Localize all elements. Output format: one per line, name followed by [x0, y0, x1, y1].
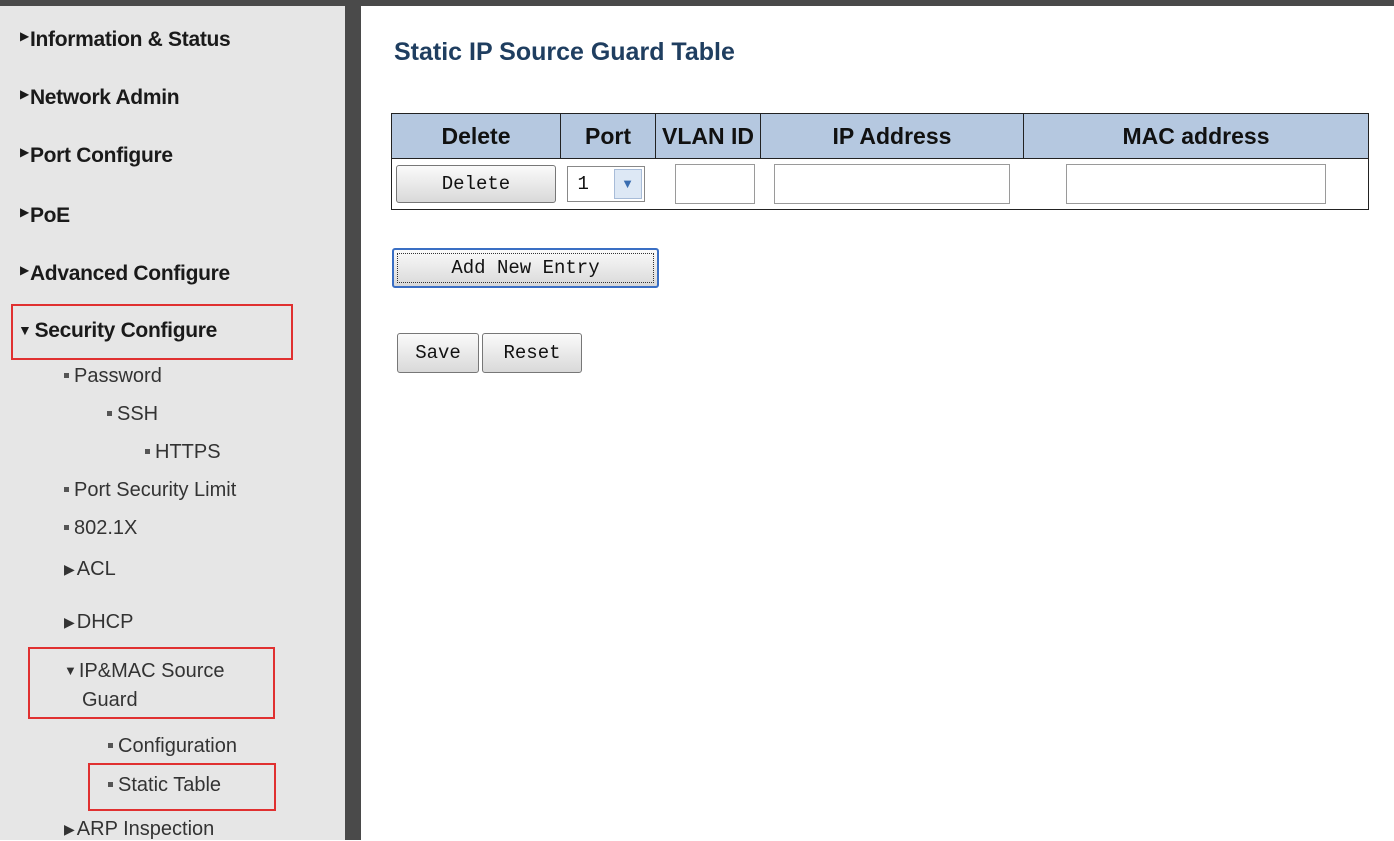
sidebar-item-port-configure[interactable]: ▶Port Configure: [20, 144, 173, 168]
sidebar-item-label: PoE: [30, 204, 70, 227]
sidebar-item-label: Configuration: [118, 735, 237, 757]
sidebar-item-password[interactable]: Password: [64, 365, 162, 388]
sidebar-item-information-status[interactable]: ▶Information & Status: [20, 28, 230, 52]
sidebar-item-label: Information & Status: [30, 28, 231, 51]
sidebar-item-label: 802.1X: [74, 517, 137, 539]
sidebar-item-ssh[interactable]: SSH: [107, 403, 158, 426]
sidebar-item-acl[interactable]: ▶ACL: [64, 558, 116, 581]
reset-button[interactable]: Reset: [482, 333, 582, 373]
caret-down-icon: ▼: [18, 322, 32, 338]
sidebar-item-ip-mac-source-guard[interactable]: ▼IP&MAC Source Guard: [64, 660, 224, 712]
sidebar-item-advanced-configure[interactable]: ▶Advanced Configure: [20, 262, 230, 286]
save-button[interactable]: Save: [397, 333, 479, 373]
sidebar-item-label: Static Table: [118, 774, 221, 796]
delete-cell: Delete: [392, 159, 561, 210]
sidebar-item-arp-inspection[interactable]: ▶ARP Inspection: [64, 818, 214, 841]
bullet-icon: [108, 782, 113, 787]
sidebar-item-label: Advanced Configure: [30, 262, 230, 285]
vlan-id-input[interactable]: [675, 164, 755, 204]
sidebar-item-port-security-limit[interactable]: Port Security Limit: [64, 479, 236, 502]
bullet-icon: [64, 525, 69, 530]
sidebar-item-dhcp[interactable]: ▶DHCP: [64, 611, 133, 634]
sidebar-item-label: Security Configure: [35, 319, 217, 342]
sidebar-item-poe[interactable]: ▶PoE: [20, 204, 70, 228]
sidebar-item-label: SSH: [117, 403, 158, 425]
caret-right-icon: ▶: [20, 263, 29, 277]
sidebar-item-label: HTTPS: [155, 441, 221, 463]
sidebar-item-802-1x[interactable]: 802.1X: [64, 517, 137, 540]
sidebar-item-label: DHCP: [77, 611, 134, 633]
sidebar-item-https[interactable]: HTTPS: [145, 441, 221, 464]
sidebar-item-security-configure[interactable]: ▼Security Configure: [18, 319, 217, 343]
table-row: Delete 1 ▼: [392, 159, 1369, 210]
caret-right-icon: ▶: [20, 29, 29, 43]
sidebar-item-label: Network Admin: [30, 86, 179, 109]
add-new-entry-button[interactable]: Add New Entry: [392, 248, 659, 288]
sidebar-divider: [345, 0, 361, 840]
sidebar-item-label: Password: [74, 365, 162, 387]
sidebar-item-label-continued: Guard: [82, 689, 138, 712]
caret-right-icon: ▶: [20, 145, 29, 159]
caret-right-icon: ▶: [20, 87, 29, 101]
caret-right-icon: ▶: [64, 614, 75, 630]
sidebar-item-configuration[interactable]: Configuration: [108, 735, 237, 758]
column-header-ip-address: IP Address: [761, 114, 1024, 159]
mac-address-cell: [1024, 159, 1369, 210]
port-cell: 1 ▼: [561, 159, 656, 210]
ip-address-cell: [761, 159, 1024, 210]
bullet-icon: [64, 373, 69, 378]
caret-right-icon: ▶: [64, 561, 75, 577]
chevron-down-icon[interactable]: ▼: [614, 169, 642, 199]
caret-down-icon: ▼: [64, 663, 77, 678]
sidebar-item-label: Port Security Limit: [74, 479, 236, 501]
sidebar-item-label: ACL: [77, 558, 116, 580]
port-select-value: 1: [578, 173, 589, 195]
sidebar-item-static-table[interactable]: Static Table: [108, 774, 221, 797]
bullet-icon: [108, 743, 113, 748]
column-header-port: Port: [561, 114, 656, 159]
column-header-delete: Delete: [392, 114, 561, 159]
column-header-vlan-id: VLAN ID: [656, 114, 761, 159]
ip-address-input[interactable]: [774, 164, 1010, 204]
sidebar-item-label: ARP Inspection: [77, 818, 215, 840]
delete-button[interactable]: Delete: [396, 165, 556, 203]
sidebar-item-label: IP&MAC Source: [79, 660, 225, 682]
bullet-icon: [145, 449, 150, 454]
table-header-row: Delete Port VLAN ID IP Address MAC addre…: [392, 114, 1369, 159]
port-select[interactable]: 1 ▼: [567, 166, 645, 202]
mac-address-input[interactable]: [1066, 164, 1326, 204]
main-content: Static IP Source Guard Table Delete Port…: [361, 6, 1394, 840]
caret-right-icon: ▶: [64, 821, 75, 837]
page-title: Static IP Source Guard Table: [394, 38, 735, 67]
bullet-icon: [64, 487, 69, 492]
sidebar-item-label: Port Configure: [30, 144, 173, 167]
sidebar-item-network-admin[interactable]: ▶Network Admin: [20, 86, 179, 110]
caret-right-icon: ▶: [20, 205, 29, 219]
column-header-mac-address: MAC address: [1024, 114, 1369, 159]
vlan-id-cell: [656, 159, 761, 210]
bullet-icon: [107, 411, 112, 416]
sidebar: ▶Information & Status ▶Network Admin ▶Po…: [0, 6, 345, 840]
static-ip-source-guard-table: Delete Port VLAN ID IP Address MAC addre…: [391, 113, 1369, 210]
